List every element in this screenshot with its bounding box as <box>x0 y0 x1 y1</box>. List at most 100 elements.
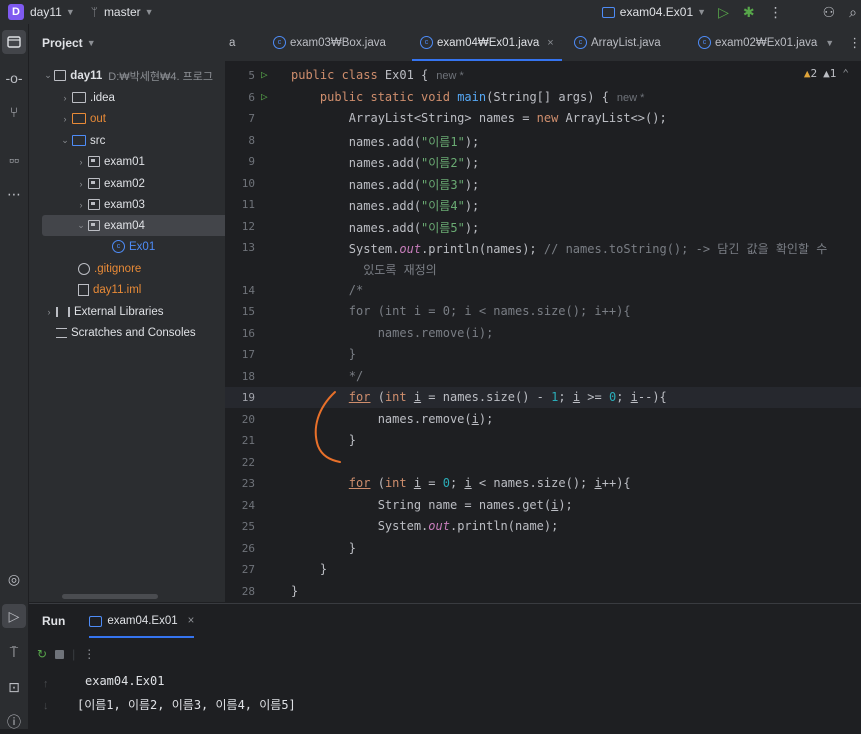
project-panel-header[interactable]: Project ▼ <box>29 24 225 61</box>
tree-item-label: .gitignore <box>94 262 142 275</box>
line-number: 13 <box>241 241 255 254</box>
arrow-down-icon[interactable]: ↓ <box>43 700 49 712</box>
chevron-right-icon[interactable]: › <box>74 179 88 189</box>
code-line: for (int i = 0; i < names.size(); i++){ <box>348 476 631 490</box>
debug-icon[interactable]: ✱ <box>743 4 755 21</box>
chevron-right-icon[interactable]: › <box>74 157 88 167</box>
terminal-icon[interactable]: ⊡ <box>2 675 26 699</box>
inspection-widget[interactable]: ▲2 ▲1 ⌃ <box>804 67 849 80</box>
pull-request-icon[interactable]: ⑂ <box>2 100 26 124</box>
run-tool-icon[interactable]: ▷ <box>2 604 26 628</box>
tree-item-idea[interactable]: › .idea <box>42 87 229 108</box>
tab-exam04-ex01[interactable]: c exam04₩Ex01.java × <box>412 24 562 61</box>
code-line: names.add("이름4"); <box>291 199 480 213</box>
chevron-down-icon[interactable]: ⌄ <box>58 135 72 146</box>
branch-icon: ᛘ <box>90 5 98 19</box>
chevron-down-icon[interactable]: ▼ <box>87 38 96 48</box>
tree-item-scratches[interactable]: Scratches and Consoles <box>42 322 227 343</box>
tree-item-out[interactable]: › out <box>42 108 229 129</box>
run-gutter-icon[interactable]: ▷ <box>261 90 268 103</box>
tree-item-day11[interactable]: ⌄ day11 D:₩박세현₩4. 프로그 <box>42 65 213 86</box>
class-icon: c <box>574 36 587 49</box>
tree-item-label: exam04 <box>104 219 145 232</box>
tree-item-label: External Libraries <box>74 305 164 318</box>
chevron-down-icon[interactable]: ▼ <box>66 7 75 17</box>
services-icon[interactable]: ◎ <box>2 567 26 591</box>
chevron-down-icon[interactable]: ▼ <box>697 7 706 17</box>
chevron-down-icon[interactable]: ⌄ <box>74 220 88 231</box>
folder-icon <box>72 92 86 103</box>
horizontal-scrollbar[interactable] <box>62 594 158 599</box>
run-tab[interactable]: exam04.Ex01 × <box>89 604 195 638</box>
chevron-down-icon[interactable]: ▼ <box>145 7 154 17</box>
arrow-up-icon[interactable]: ↑ <box>43 678 49 690</box>
tree-item-exam01[interactable]: › exam01 <box>42 151 245 172</box>
build-icon[interactable]: ⍑ <box>2 640 26 664</box>
console-output-line: exam04.Ex01 <box>85 674 165 688</box>
tree-item-label: Scratches and Consoles <box>71 326 196 339</box>
weak-warning-icon: ▲ <box>823 67 830 80</box>
tree-item-external-libraries[interactable]: › External Libraries <box>42 301 213 322</box>
commit-icon[interactable]: -o- <box>2 66 26 90</box>
run-panel-title: Run <box>42 614 66 628</box>
project-badge[interactable]: D <box>8 4 24 20</box>
code-line: public static void main(String[] args) {… <box>319 90 645 104</box>
tab-exam02-ex01[interactable]: c exam02₩Ex01.java ▼ ⋮ <box>698 24 861 61</box>
structure-icon[interactable]: ▫▫ <box>2 148 26 172</box>
more-icon[interactable]: ⋯ <box>2 182 26 206</box>
run-panel-header: Run exam04.Ex01 × <box>29 604 861 638</box>
run-tab-label: exam04.Ex01 <box>107 615 178 627</box>
tree-item-exam03[interactable]: › exam03 <box>42 194 245 215</box>
tab-arraylist[interactable]: c ArrayList.java <box>574 24 661 61</box>
tree-item-gitignore[interactable]: .gitignore <box>42 258 249 279</box>
search-icon[interactable]: ⌕ <box>849 4 857 21</box>
tree-item-exam04[interactable]: ⌄ exam04 <box>42 215 229 236</box>
tab-exam03-box[interactable]: c exam03₩Box.java <box>273 24 386 61</box>
chevron-up-icon[interactable]: ⌃ <box>842 67 849 80</box>
chevron-right-icon[interactable]: › <box>74 200 88 210</box>
run-config-selector[interactable]: exam04.Ex01 <box>620 5 693 19</box>
run-gutter-icon[interactable]: ▷ <box>261 68 268 81</box>
run-icon[interactable]: ▷ <box>718 4 729 21</box>
code-line: /* <box>291 283 364 297</box>
close-icon[interactable]: × <box>547 37 553 49</box>
chevron-down-icon[interactable]: ⌄ <box>42 70 54 81</box>
code-line: ArrayList<String> names = new ArrayList<… <box>291 111 667 125</box>
chevron-down-icon[interactable]: ▼ <box>825 38 834 48</box>
add-user-icon[interactable]: ⚇ <box>823 4 836 21</box>
code-line: } <box>291 541 357 555</box>
close-icon[interactable]: × <box>188 615 195 627</box>
tree-item-exam02[interactable]: › exam02 <box>42 173 245 194</box>
chevron-right-icon[interactable]: › <box>42 307 56 317</box>
stop-icon[interactable] <box>55 649 65 659</box>
code-editor[interactable]: ▲2 ▲1 ⌃ 5 6 7 8 9 10 11 12 13 14 15 16 1… <box>225 62 861 602</box>
line-number: 16 <box>241 327 255 340</box>
problems-icon[interactable]: ⓘ <box>2 710 26 734</box>
project-tool-icon[interactable] <box>2 30 26 54</box>
rerun-icon[interactable]: ↻ <box>37 647 47 661</box>
weak-warning-count: 1 <box>829 67 837 80</box>
toolbar-separator: | <box>72 647 76 661</box>
tab-partial[interactable]: a <box>229 24 235 61</box>
package-icon <box>88 199 100 210</box>
more-icon[interactable]: ⋮ <box>848 35 861 51</box>
tree-item-label: day11 <box>70 69 103 82</box>
chevron-right-icon[interactable]: › <box>58 93 72 103</box>
more-icon[interactable]: ⋮ <box>83 647 95 661</box>
tree-item-label: Ex01 <box>129 240 156 253</box>
ignore-file-icon <box>78 262 90 275</box>
tree-item-iml[interactable]: day11.iml <box>42 279 249 300</box>
more-icon[interactable]: ⋮ <box>769 4 783 21</box>
chevron-right-icon[interactable]: › <box>58 114 72 124</box>
library-icon <box>56 306 70 317</box>
branch-name[interactable]: master <box>104 5 141 19</box>
package-icon <box>88 220 100 231</box>
line-number: 12 <box>241 220 255 233</box>
tree-item-src[interactable]: ⌄ src <box>42 130 229 151</box>
tree-item-label: exam02 <box>104 177 145 190</box>
project-name[interactable]: day11 <box>30 5 62 19</box>
line-number: 14 <box>241 284 255 297</box>
code-line: System.out.println(name); <box>291 519 559 533</box>
tree-item-label: day11.iml <box>93 283 142 296</box>
active-tab-indicator <box>412 59 562 61</box>
